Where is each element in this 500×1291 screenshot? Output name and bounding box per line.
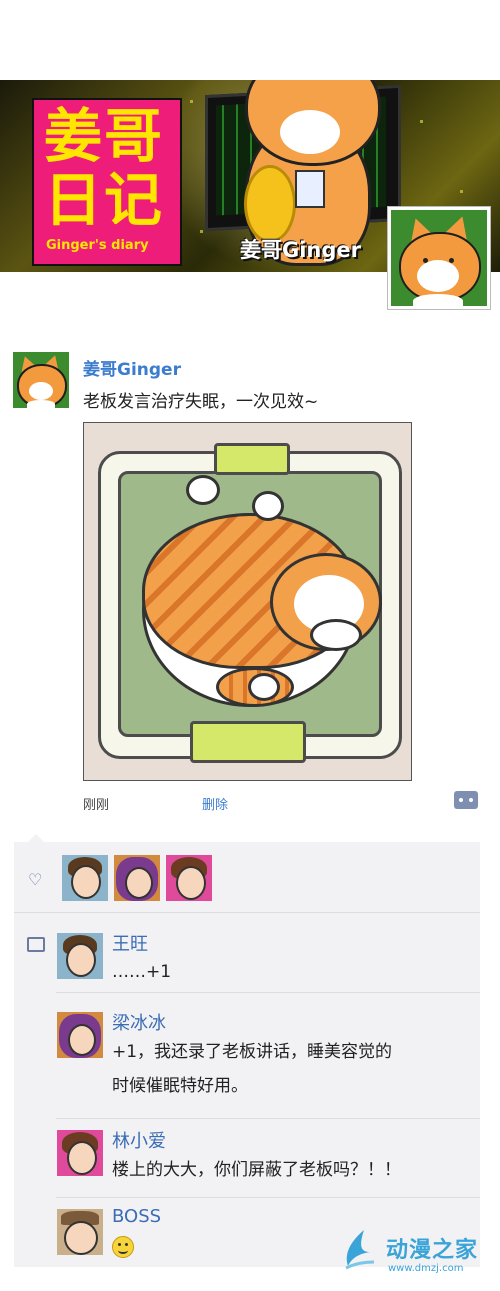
cat-paw — [248, 673, 280, 701]
post-image[interactable] — [83, 422, 412, 781]
logo-title-line2: 日记 — [44, 166, 165, 234]
commenter-name[interactable]: BOSS — [112, 1206, 161, 1227]
dmzj-logo-icon — [345, 1230, 375, 1270]
commenter-avatar[interactable] — [57, 1130, 103, 1176]
profile-avatar[interactable] — [388, 207, 490, 309]
cat-muzzle — [417, 260, 459, 292]
cat-muzzle — [29, 382, 53, 400]
cat-paw — [310, 619, 362, 651]
commenter-avatar[interactable] — [57, 1012, 103, 1058]
logo-subtitle: Ginger's diary — [46, 238, 149, 253]
cat-chest — [413, 294, 463, 306]
comment-text: 时候催眠特好用。 — [112, 1076, 248, 1096]
post-timestamp: 刚刚 — [83, 798, 110, 813]
post-author-name[interactable]: 姜哥Ginger — [83, 355, 181, 380]
delete-link[interactable]: 删除 — [202, 794, 228, 813]
liker-avatar[interactable] — [62, 855, 108, 901]
face — [125, 867, 153, 899]
comment-text: 楼上的大大，你们屏蔽了老板吗？！！ — [112, 1160, 401, 1180]
liker-avatar[interactable] — [166, 855, 212, 901]
watermark-text: 动漫之家 — [386, 1238, 479, 1263]
post-text: 老板发言治疗失眠，一次见效~ — [83, 392, 319, 412]
tray-handle — [190, 721, 306, 763]
commenter-avatar[interactable] — [57, 933, 103, 979]
diary-logo: 姜哥 日记 Ginger's diary — [32, 98, 182, 266]
cat-paw — [186, 475, 220, 505]
cat-eye — [449, 258, 454, 263]
panel-pointer — [28, 834, 44, 842]
comment-text: +1，我还录了老板讲话，睡美容觉的 — [112, 1042, 393, 1062]
face — [71, 865, 101, 899]
logo-title-line1: 姜哥 — [44, 102, 165, 170]
banner-name: 姜哥Ginger — [240, 238, 362, 262]
liker-avatar[interactable] — [114, 855, 160, 901]
tray-handle — [214, 443, 290, 475]
heart-icon: ♡ — [28, 870, 43, 889]
divider — [56, 1197, 480, 1198]
commenter-avatar[interactable] — [57, 1209, 103, 1255]
face — [67, 1141, 97, 1175]
cat-paw — [252, 491, 284, 521]
face — [64, 1221, 98, 1255]
id-badge-icon — [295, 170, 325, 208]
watermark-url: www.dmzj.com — [388, 1263, 464, 1274]
smile-emoji-icon — [112, 1236, 134, 1258]
cat-chest — [27, 400, 55, 408]
gold-coin-icon — [244, 165, 296, 243]
banner-sparkle — [460, 190, 463, 193]
banner-sparkle — [200, 230, 203, 233]
post-author-avatar[interactable] — [13, 352, 69, 408]
divider — [56, 1118, 480, 1119]
banner-sparkle — [190, 100, 193, 103]
commenter-name[interactable]: 王旺 — [112, 930, 148, 956]
comment-text: ……+1 — [112, 962, 172, 982]
cat-eye — [423, 258, 428, 263]
banner-cat-face — [280, 110, 340, 154]
face — [66, 943, 96, 977]
banner-sparkle — [420, 120, 423, 123]
comment-icon — [27, 937, 45, 952]
divider — [56, 992, 480, 993]
commenter-name[interactable]: 梁冰冰 — [112, 1009, 166, 1035]
commenter-name[interactable]: 林小爱 — [112, 1127, 166, 1153]
more-dots-icon[interactable] — [454, 791, 478, 809]
face — [68, 1024, 96, 1056]
divider — [14, 912, 480, 913]
face — [176, 866, 206, 900]
